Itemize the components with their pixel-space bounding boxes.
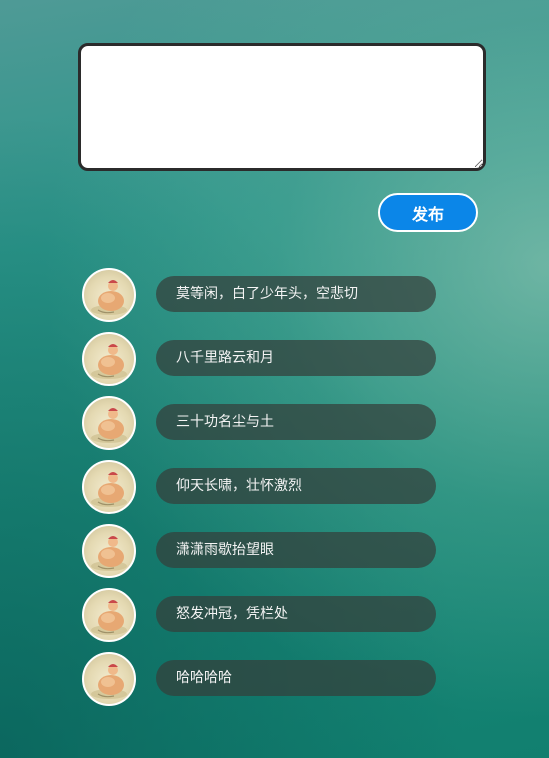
avatar-image [91,408,127,443]
avatar-image [91,472,127,507]
post-text: 哈哈哈哈 [156,660,436,696]
post-text: 怒发冲冠，凭栏处 [156,596,436,632]
post-item: 八千里路云和月 [82,332,442,396]
avatar-image [91,536,127,571]
post-item: 仰天长啸，壮怀激烈 [82,460,442,524]
avatar-image [91,280,127,315]
post-text: 莫等闲，白了少年头，空悲切 [156,276,436,312]
post-text: 八千里路云和月 [156,340,436,376]
avatar-image [91,344,127,379]
avatar [82,332,136,386]
post-item: 哈哈哈哈 [82,652,442,716]
avatar-image [91,664,127,699]
publish-button[interactable]: 发布 [378,193,478,232]
avatar [82,268,136,322]
avatar [82,460,136,514]
avatar [82,524,136,578]
post-text: 潇潇雨歇抬望眼 [156,532,436,568]
avatar [82,652,136,706]
post-input[interactable] [78,43,486,171]
post-text: 仰天长啸，壮怀激烈 [156,468,436,504]
avatar [82,396,136,450]
post-item: 三十功名尘与土 [82,396,442,460]
post-item: 怒发冲冠，凭栏处 [82,588,442,652]
post-list: 莫等闲，白了少年头，空悲切 八千里路云和月 三十功名尘与土 仰天长啸，壮怀激烈 … [82,268,442,716]
avatar-image [91,600,127,635]
post-text: 三十功名尘与土 [156,404,436,440]
post-item: 潇潇雨歇抬望眼 [82,524,442,588]
avatar [82,588,136,642]
post-item: 莫等闲，白了少年头，空悲切 [82,268,442,332]
